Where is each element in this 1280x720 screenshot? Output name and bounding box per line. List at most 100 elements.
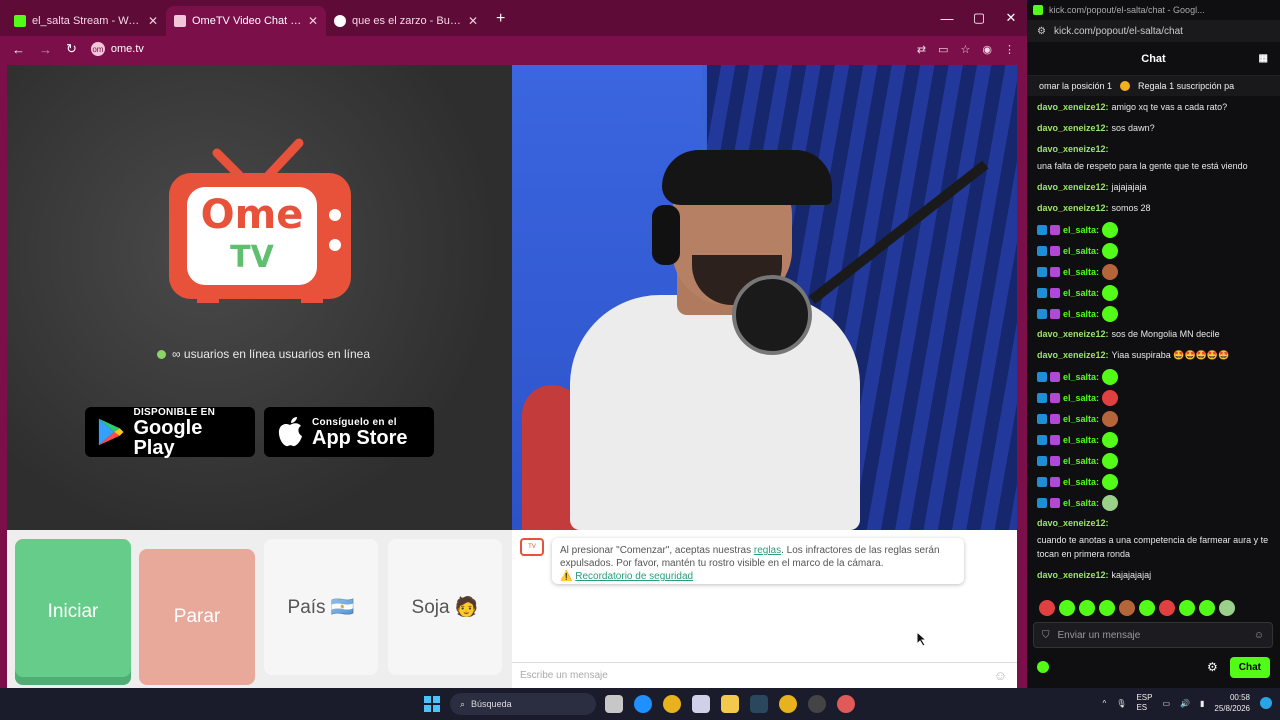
tray-chevron-icon[interactable]: ^ (1103, 699, 1107, 708)
person-shirt (570, 295, 860, 530)
clock[interactable]: 00:58 25/8/2026 (1214, 692, 1250, 714)
menu-kebab-icon[interactable]: ⋮ (1004, 43, 1015, 56)
chat-username[interactable]: el_salta: (1063, 286, 1099, 300)
mic-badge-icon (1050, 435, 1060, 445)
site-info-icon[interactable]: om (90, 42, 105, 56)
close-window-button[interactable]: ✕ (995, 0, 1027, 36)
emote-icon[interactable] (1119, 600, 1135, 616)
app-icon[interactable] (808, 695, 826, 713)
task-view-icon[interactable] (605, 695, 623, 713)
translate-icon[interactable]: ⇄ (917, 43, 926, 56)
chat-username[interactable]: el_salta: (1063, 475, 1099, 489)
tab-close-icon[interactable]: ✕ (308, 14, 318, 28)
chrome-icon[interactable] (663, 695, 681, 713)
emote-icon[interactable] (1139, 600, 1155, 616)
chat-username[interactable]: davo_xeneize12: (1037, 201, 1109, 215)
microphone-icon[interactable]: 🎙 (1116, 699, 1126, 708)
page-viewport: Ome TV ∞ usuarios en línea usuarios en l… (7, 65, 1017, 688)
chat-username[interactable]: el_salta: (1063, 370, 1099, 384)
kick-title-bar: kick.com/popout/el-salta/chat - Googl... (1027, 0, 1280, 20)
battery-icon[interactable]: ▮ (1200, 699, 1204, 708)
emote-icon[interactable] (1179, 600, 1195, 616)
network-icon[interactable]: ▭ (1162, 699, 1170, 708)
emote-icon[interactable] (1199, 600, 1215, 616)
taskbar-search[interactable]: ⌕ Búsqueda (450, 693, 596, 715)
emoji-picker-icon[interactable]: ☺ (1254, 630, 1264, 641)
chrome-profile-icon[interactable] (779, 695, 797, 713)
emote-icon[interactable] (1039, 600, 1055, 616)
pinned-left-text: omar la posición 1 (1039, 81, 1113, 91)
chat-username[interactable]: el_salta: (1063, 265, 1099, 279)
gender-button[interactable]: Soja 🧑 (388, 539, 502, 675)
maximize-button[interactable]: ▢ (963, 0, 995, 36)
kick-points-icon[interactable] (1037, 661, 1049, 673)
tab-close-icon[interactable]: ✕ (468, 14, 478, 28)
emote-icon[interactable] (1079, 600, 1095, 616)
chat-username[interactable]: el_salta: (1063, 433, 1099, 447)
chat-username[interactable]: davo_xeneize12: (1037, 180, 1109, 194)
store-icon[interactable] (692, 695, 710, 713)
bookmark-star-icon[interactable]: ☆ (961, 43, 971, 56)
tab-kick[interactable]: el_salta Stream - Watch Live on Kick ✕ (6, 6, 166, 36)
system-tray: ^ 🎙 ESP ES ▭ 🔊 ▮ 00:58 25/8/2026 (1103, 692, 1272, 714)
ometv-message-input[interactable]: Escribe un mensaje ☺ (512, 662, 1017, 688)
file-explorer-icon[interactable] (721, 695, 739, 713)
chat-username[interactable]: davo_xeneize12: (1037, 121, 1109, 135)
chat-username[interactable]: davo_xeneize12: (1037, 142, 1109, 156)
google-play-badge[interactable]: DISPONIBLE EN Google Play (85, 407, 255, 458)
forward-button[interactable]: → (39, 42, 52, 57)
tab-ometv[interactable]: OmeTV Video Chat — Alternative ✕ (166, 6, 326, 36)
gift-icon (1120, 81, 1131, 91)
windows-start-icon[interactable] (424, 696, 440, 712)
emote-icon[interactable] (1159, 600, 1175, 616)
tab-google[interactable]: que es el zarzo - Buscar con Google ✕ (326, 6, 486, 36)
chat-username[interactable]: davo_xeneize12: (1037, 568, 1109, 582)
kick-message-input[interactable]: ⛉ Enviar un mensaje ☺ (1033, 622, 1273, 648)
emote-icon[interactable] (1099, 600, 1115, 616)
kick-url-bar[interactable]: ⚙ kick.com/popout/el-salta/chat (1027, 20, 1280, 42)
tab-close-icon[interactable]: ✕ (148, 14, 158, 28)
rules-link[interactable]: reglas (754, 545, 781, 556)
minimize-button[interactable]: — (931, 0, 963, 36)
send-chat-button[interactable]: Chat (1229, 656, 1270, 678)
safety-reminder-link[interactable]: Recordatorio de seguridad (575, 571, 693, 582)
chrome-active-icon[interactable] (837, 695, 855, 713)
address-bar[interactable]: om ome.tv (90, 42, 144, 56)
chat-username[interactable]: el_salta: (1063, 412, 1099, 426)
broadcaster-badge-icon (1037, 267, 1047, 277)
chat-username[interactable]: davo_xeneize12: (1037, 327, 1109, 341)
emoji-icon[interactable]: ☺ (994, 668, 1007, 683)
start-button[interactable]: Iniciar (15, 539, 131, 685)
reload-button[interactable]: ↻ (66, 41, 77, 57)
emote-icon[interactable] (1219, 600, 1235, 616)
settings-gear-icon[interactable]: ⚙ (1207, 660, 1218, 674)
language-indicator[interactable]: ESP ES (1136, 693, 1152, 713)
app-store-badge[interactable]: Consíguelo en el App Store (264, 407, 434, 457)
chat-username[interactable]: el_salta: (1063, 454, 1099, 468)
notification-icon[interactable] (1260, 697, 1272, 709)
chat-username[interactable]: el_salta: (1063, 496, 1099, 510)
new-tab-button[interactable]: + (486, 10, 515, 36)
chat-message: davo_xeneize12: amigo xq te vas a cada ra… (1037, 100, 1272, 114)
cast-icon[interactable]: ▭ (938, 43, 948, 56)
chat-username[interactable]: davo_xeneize12: (1037, 516, 1109, 530)
back-button[interactable]: ← (12, 42, 25, 57)
chat-username[interactable]: el_salta: (1063, 391, 1099, 405)
profile-icon[interactable]: ◉ (982, 43, 992, 56)
online-users-status: ∞ usuarios en línea usuarios en línea (157, 347, 370, 361)
chat-username[interactable]: el_salta: (1063, 223, 1099, 237)
steam-icon[interactable] (750, 695, 768, 713)
chat-layout-icon[interactable]: ▦ (1259, 53, 1268, 64)
volume-icon[interactable]: 🔊 (1180, 699, 1190, 708)
edge-icon[interactable] (634, 695, 652, 713)
mouse-cursor-icon (917, 632, 927, 646)
chat-username[interactable]: davo_xeneize12: (1037, 100, 1109, 114)
site-settings-icon[interactable]: ⚙ (1037, 26, 1046, 37)
chat-message: davo_xeneize12: sos dawn? (1037, 121, 1272, 135)
chat-username[interactable]: davo_xeneize12: (1037, 348, 1109, 362)
emote-icon[interactable] (1059, 600, 1075, 616)
country-button[interactable]: País 🇦🇷 (264, 539, 378, 675)
chat-username[interactable]: el_salta: (1063, 307, 1099, 321)
stop-button[interactable]: Parar (139, 549, 255, 685)
chat-username[interactable]: el_salta: (1063, 244, 1099, 258)
